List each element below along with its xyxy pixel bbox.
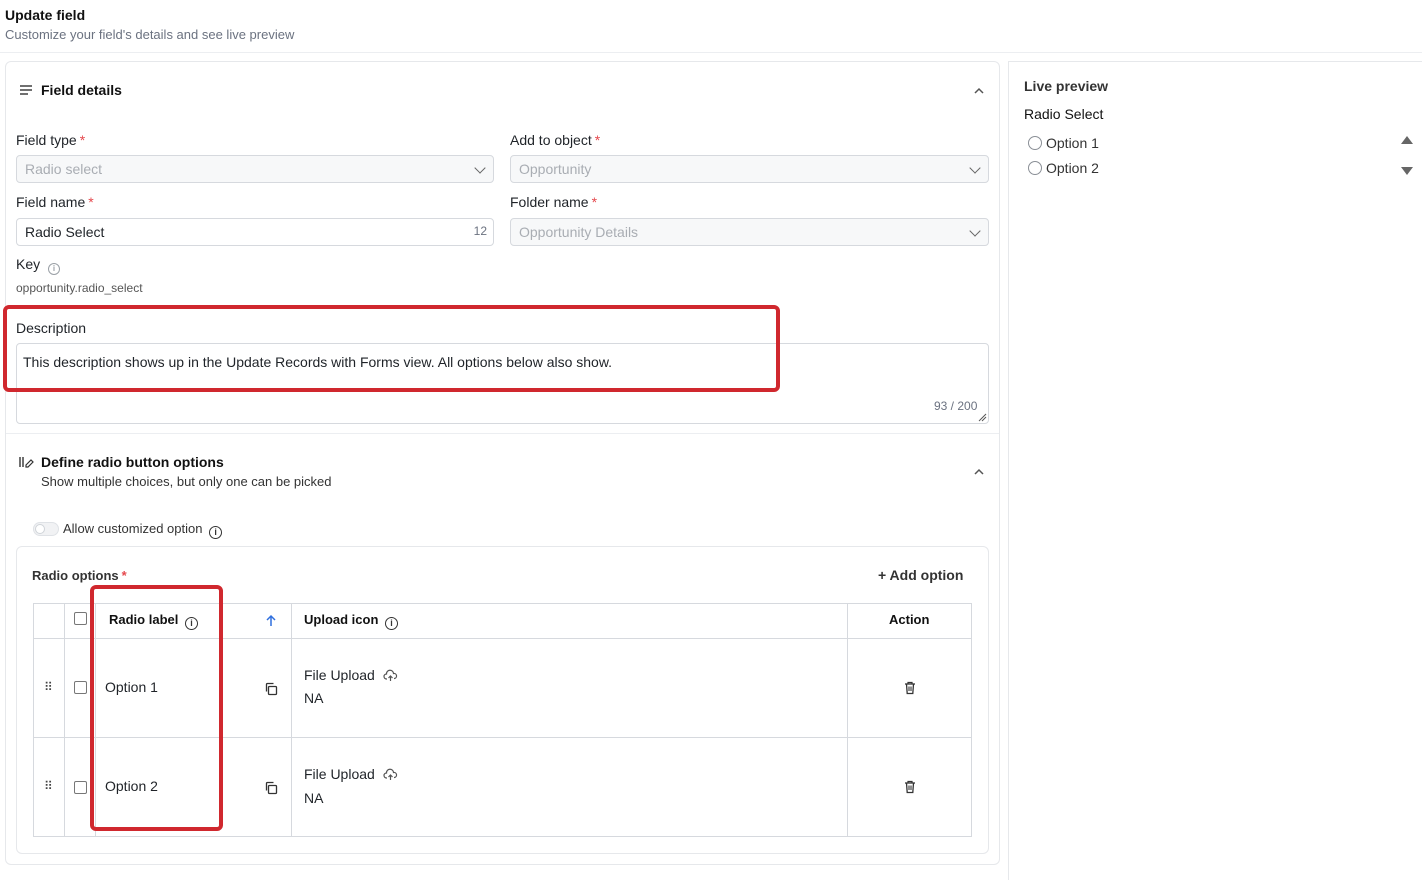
lines-icon	[20, 85, 32, 95]
radio-section-title: Define radio button options	[41, 454, 224, 470]
row-checkbox[interactable]	[74, 681, 87, 694]
chevron-up-icon[interactable]	[973, 468, 985, 476]
trash-icon[interactable]	[903, 780, 917, 794]
option-label-cell[interactable]: Option 1	[105, 679, 158, 695]
cloud-upload-icon[interactable]	[383, 768, 398, 781]
table-header-divider	[34, 638, 971, 639]
select-all-checkbox[interactable]	[74, 612, 87, 625]
field-name-label: Field name *	[16, 194, 94, 210]
resize-handle-icon[interactable]	[978, 413, 987, 422]
list-edit-icon	[19, 457, 34, 468]
radio-section-subtitle: Show multiple choices, but only one can …	[41, 474, 332, 489]
upload-icon-value: NA	[304, 690, 324, 706]
chevron-up-icon[interactable]	[973, 87, 985, 95]
table-col-divider	[291, 604, 292, 836]
description-textarea[interactable]: This description shows up in the Update …	[16, 343, 989, 424]
section-divider	[6, 433, 999, 434]
chevron-down-icon	[969, 225, 981, 237]
table-col-divider	[64, 604, 65, 836]
preview-option-label: Option 2	[1046, 160, 1099, 176]
table-col-divider	[847, 604, 848, 836]
trash-icon[interactable]	[903, 681, 917, 695]
live-preview-title: Live preview	[1024, 78, 1109, 94]
folder-name-label: Folder name *	[510, 194, 598, 210]
drag-handle-icon[interactable]: ⠿	[44, 779, 53, 793]
field-name-input[interactable]: Radio Select 12	[16, 218, 494, 246]
preview-field-label: Radio Select	[1024, 106, 1104, 122]
cloud-upload-icon[interactable]	[383, 669, 398, 682]
preview-option-label: Option 1	[1046, 135, 1099, 151]
sort-up-icon[interactable]	[265, 614, 277, 627]
chevron-down-icon	[474, 162, 486, 174]
folder-name-select: Opportunity Details	[510, 218, 989, 246]
row-checkbox[interactable]	[74, 781, 87, 794]
scroll-up-icon[interactable]	[1401, 136, 1413, 144]
drag-handle-icon[interactable]: ⠿	[44, 680, 53, 694]
chevron-down-icon	[969, 162, 981, 174]
live-preview-panel	[1008, 61, 1422, 880]
table-row-divider	[34, 737, 971, 738]
field-type-select: Radio select	[16, 155, 494, 183]
upload-icon-value: NA	[304, 790, 324, 806]
col-action: Action	[889, 612, 930, 627]
copy-icon[interactable]	[264, 682, 278, 696]
field-name-char-count: 12	[473, 224, 487, 238]
info-icon[interactable]: i	[48, 263, 61, 275]
page-subtitle: Customize your field's details and see l…	[5, 27, 295, 42]
table-col-divider	[95, 604, 96, 836]
header-divider	[0, 52, 1422, 53]
info-icon[interactable]: i	[385, 617, 399, 630]
add-option-button[interactable]: + Add option	[878, 567, 963, 583]
field-type-label: Field type *	[16, 132, 86, 148]
toggle-knob	[35, 524, 45, 534]
info-icon[interactable]: i	[209, 526, 223, 539]
key-label: Key i	[16, 256, 61, 275]
allow-custom-toggle[interactable]	[33, 522, 59, 536]
copy-icon[interactable]	[264, 781, 278, 795]
description-label: Description	[16, 320, 87, 336]
description-char-count: 93 / 200	[934, 399, 978, 413]
add-to-object-select: Opportunity	[510, 155, 989, 183]
key-value: opportunity.radio_select	[16, 281, 143, 295]
field-details-title: Field details	[41, 82, 122, 98]
upload-label: File Upload	[304, 667, 398, 683]
allow-custom-label: Allow customized option i	[63, 521, 223, 539]
col-radio-label: Radio label i	[109, 612, 198, 630]
add-to-object-label: Add to object *	[510, 132, 601, 148]
col-upload-icon: Upload icon i	[304, 612, 399, 630]
preview-radio[interactable]	[1028, 161, 1042, 175]
upload-label: File Upload	[304, 766, 398, 782]
scroll-down-icon[interactable]	[1401, 167, 1413, 175]
page-title: Update field	[5, 7, 86, 23]
radio-options-label: Radio options *	[32, 568, 127, 583]
preview-radio[interactable]	[1028, 136, 1042, 150]
option-label-cell[interactable]: Option 2	[105, 778, 158, 794]
info-icon[interactable]: i	[184, 617, 198, 630]
